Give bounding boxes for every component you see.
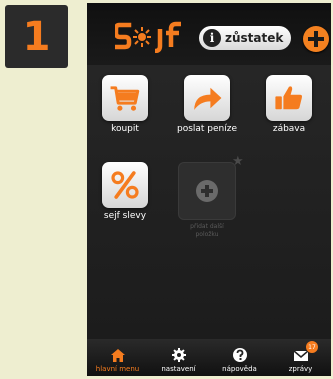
add-item-box <box>178 162 236 220</box>
tile-koupit[interactable]: koupit <box>90 75 160 134</box>
arrow-right-icon <box>194 87 222 110</box>
step-number-badge: 1 <box>5 5 68 68</box>
nav-label-settings: nastavení <box>161 365 196 373</box>
info-icon: i <box>203 29 221 47</box>
nav-item-home[interactable]: hlavní menu <box>87 339 148 376</box>
nav-item-messages[interactable]: 17 zprávy <box>270 339 331 376</box>
step-number: 1 <box>22 13 51 60</box>
add-item-label: přidat další položku <box>172 223 242 239</box>
add-item-label-line2: položku <box>195 231 219 238</box>
add-button[interactable] <box>303 26 329 52</box>
sejf-logo <box>115 21 181 53</box>
nav-label-home: hlavní menu <box>95 365 140 373</box>
tile-koupit-box <box>102 75 148 121</box>
add-item-slot[interactable]: přidat další položku <box>172 162 242 239</box>
tile-label: zábava <box>272 124 306 134</box>
nav-item-help[interactable]: nápověda <box>209 339 270 376</box>
tile-zabava-box <box>266 75 312 121</box>
tile-label: koupit <box>111 124 139 134</box>
tile-poslat-penize-box <box>184 75 230 121</box>
star-icon[interactable]: ★ <box>232 154 244 169</box>
thumbs-up-icon <box>275 86 302 110</box>
balance-label: zůstatek <box>225 31 284 45</box>
home-icon <box>110 349 125 362</box>
main-menu-grid: koupit poslat peníze zábava sejf slevy p… <box>87 65 331 339</box>
tile-label: poslat peníze <box>176 124 238 134</box>
cart-icon <box>110 86 140 111</box>
nav-label-help: nápověda <box>222 365 257 373</box>
tile-poslat-penize[interactable]: poslat peníze <box>172 75 242 134</box>
help-icon <box>232 348 247 362</box>
bottom-nav: hlavní menu nastavení nápověda 17 zprávy <box>87 339 331 376</box>
top-bar: i zůstatek <box>87 3 331 65</box>
phone-screen: i zůstatek koupit poslat peníze zábava s… <box>87 3 331 376</box>
tile-sejf-slevy-box <box>102 162 148 208</box>
tile-label: sejf slevy <box>103 211 147 221</box>
nav-label-messages: zprávy <box>288 365 313 373</box>
plus-icon <box>196 180 218 202</box>
tile-sejf-slevy[interactable]: sejf slevy <box>90 162 160 221</box>
plus-icon <box>308 31 324 47</box>
messages-count-badge: 17 <box>306 341 318 353</box>
tile-zabava[interactable]: zábava <box>254 75 324 134</box>
gear-icon <box>171 348 186 362</box>
balance-button[interactable]: i zůstatek <box>199 26 291 50</box>
nav-item-settings[interactable]: nastavení <box>148 339 209 376</box>
add-item-label-line1: přidat další <box>190 223 224 230</box>
percent-icon <box>111 171 139 199</box>
